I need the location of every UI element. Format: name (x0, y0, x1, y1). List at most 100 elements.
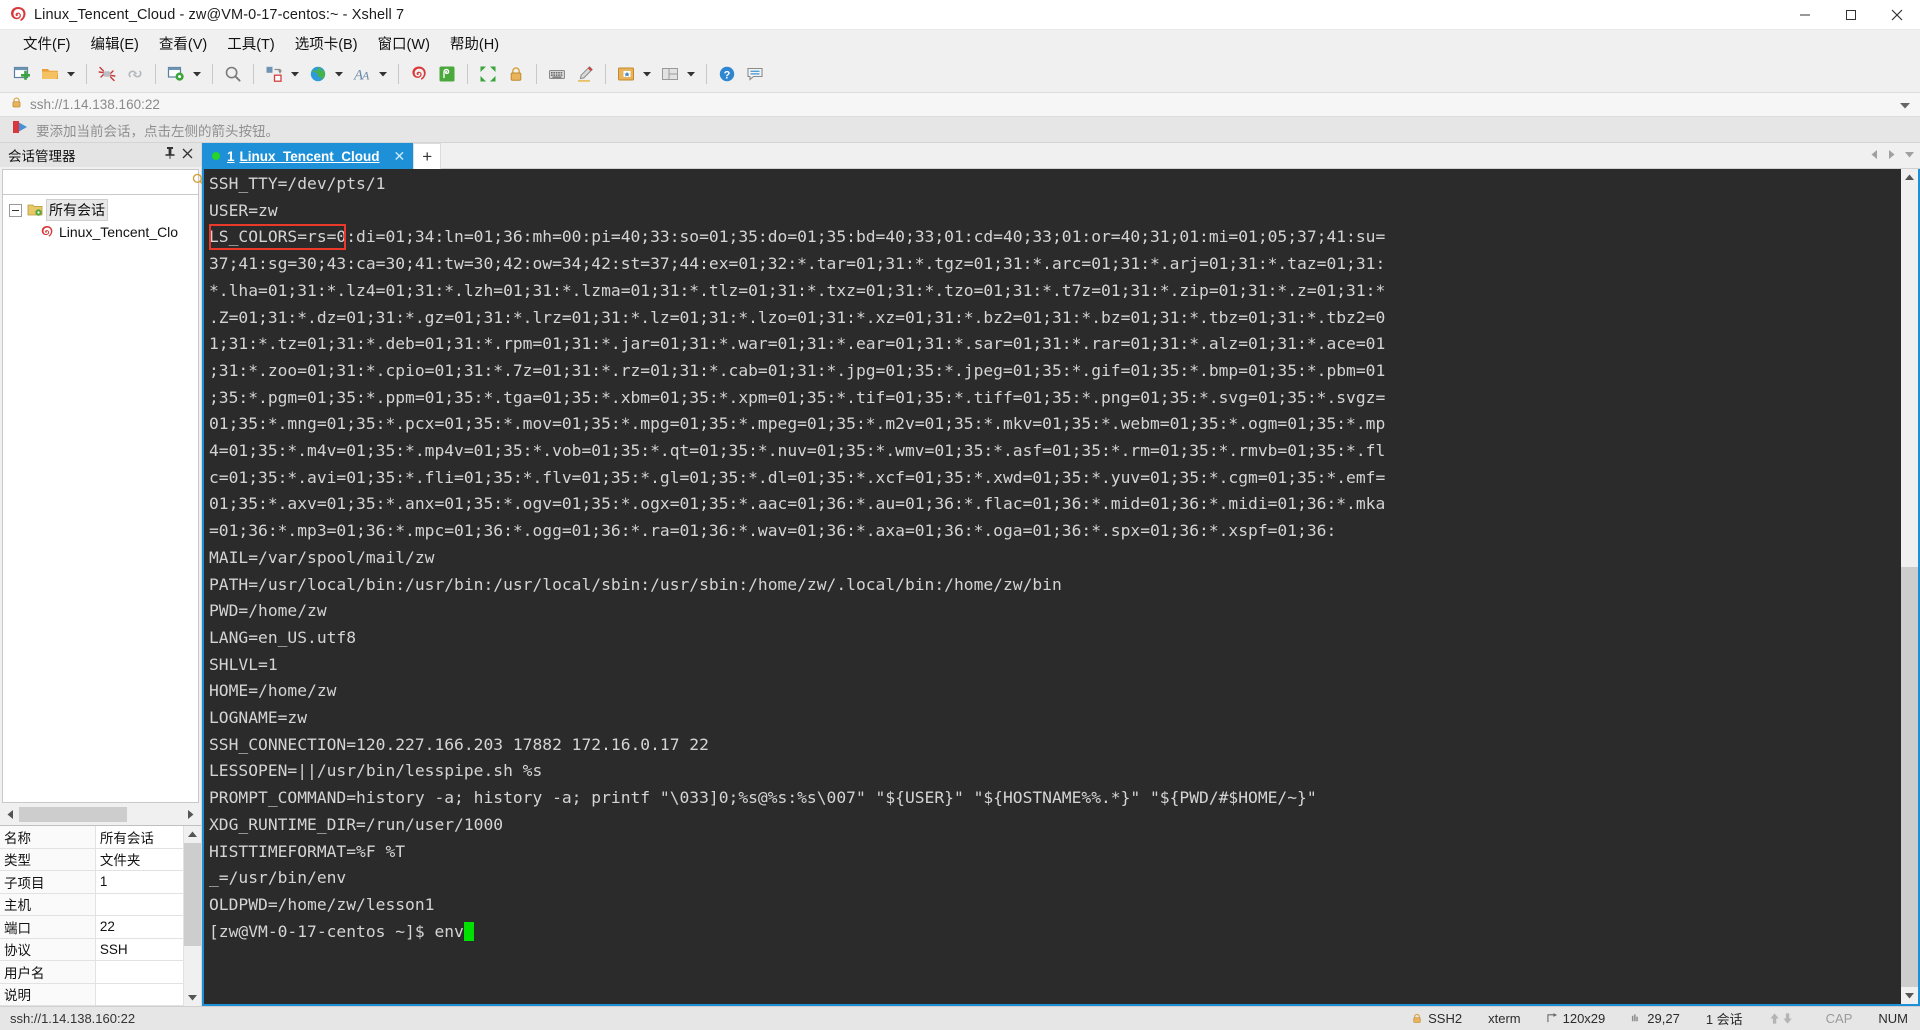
globe-dropdown-icon[interactable] (332, 61, 345, 87)
terminal-scrollbar-track[interactable] (1901, 186, 1918, 987)
chevron-left-icon[interactable] (1871, 149, 1878, 162)
session-tree[interactable]: 所有会话 Linux_Tencent_Clo (2, 195, 199, 803)
reconnect-icon[interactable] (122, 61, 148, 87)
close-button[interactable] (1874, 0, 1920, 30)
svg-text:A: A (361, 69, 370, 83)
address-bar[interactable]: ssh://1.14.138.160:22 (0, 92, 1920, 117)
layout-icon[interactable] (613, 61, 639, 87)
session-search-box[interactable] (2, 169, 205, 195)
transfer-file-icon[interactable] (261, 61, 287, 87)
connection-status-dot (212, 152, 220, 160)
new-tab-button[interactable]: + (413, 143, 442, 169)
table-row[interactable]: 端口 22 (0, 915, 185, 939)
search-icon[interactable] (220, 61, 246, 87)
table-row[interactable]: 名称 所有会话 (0, 825, 185, 849)
terminal-output[interactable]: SSH_TTY=/dev/pts/1 USER=zw LS_COLORS=rs=0:… (204, 169, 1901, 1004)
fullscreen-icon[interactable] (475, 61, 501, 87)
layout-dropdown-icon[interactable] (640, 61, 653, 87)
properties-scrollbar[interactable] (184, 825, 201, 1006)
session-tree-hscrollbar[interactable] (2, 804, 199, 825)
property-key: 用户名 (0, 960, 96, 984)
chevron-down-icon[interactable] (1905, 150, 1914, 161)
session-properties-dropdown-icon[interactable] (190, 61, 203, 87)
search-input[interactable] (3, 173, 186, 191)
table-row[interactable]: 说明 (0, 983, 185, 1006)
session-count-cell[interactable]: 1 会话 (1706, 1009, 1743, 1028)
xshell-window: Linux_Tencent_Cloud - zw@VM-0-17-centos:… (0, 0, 1920, 1030)
transfer-cell[interactable] (1769, 1012, 1800, 1025)
chevron-down-icon[interactable] (1900, 96, 1910, 114)
table-row[interactable]: 主机 (0, 893, 185, 916)
open-folder-dropdown-icon[interactable] (64, 61, 77, 87)
terminal-line: LS_COLORS=rs=0:di=01;34:ln=01;36:mh=00:p… (209, 227, 1386, 247)
xshell-icon[interactable] (406, 61, 432, 87)
address-input[interactable]: ssh://1.14.138.160:22 (30, 97, 160, 112)
hscrollbar-track[interactable] (19, 807, 182, 822)
split-layout-dropdown-icon[interactable] (684, 61, 697, 87)
lock-icon (10, 96, 23, 114)
transfer-file-dropdown-icon[interactable] (288, 61, 301, 87)
close-icon[interactable] (182, 146, 193, 164)
help-icon[interactable]: ? (714, 61, 740, 87)
num-label: NUM (1878, 1011, 1908, 1026)
menu-edit[interactable]: 编辑(E) (82, 30, 148, 57)
chevron-up-icon[interactable] (184, 826, 201, 843)
tree-item-all-sessions[interactable]: 所有会话 (3, 199, 198, 221)
property-value: 文件夹 (95, 848, 185, 871)
split-layout-icon[interactable] (657, 61, 683, 87)
menu-window[interactable]: 窗口(W) (369, 30, 439, 57)
security-cell[interactable]: SSH2 (1411, 1011, 1462, 1026)
properties-scrollbar-thumb[interactable] (184, 842, 201, 946)
font-dropdown-icon[interactable] (376, 61, 389, 87)
title-bar: Linux_Tencent_Cloud - zw@VM-0-17-centos:… (0, 0, 1920, 30)
highlight-icon[interactable] (572, 61, 598, 87)
new-session-icon[interactable] (9, 61, 35, 87)
comment-icon[interactable] (742, 61, 768, 87)
terminal-line: c=01;35:*.avi=01;35:*.fli=01;35:*.flv=01… (209, 467, 1386, 487)
close-icon[interactable]: ✕ (394, 148, 406, 165)
minimize-button[interactable] (1782, 0, 1828, 30)
collapse-toggle-icon[interactable] (9, 203, 22, 217)
table-row[interactable]: 子项目 1 (0, 870, 185, 894)
chevron-left-icon[interactable] (2, 806, 19, 823)
open-folder-icon[interactable] (37, 61, 63, 87)
tab-linux-tencent-cloud[interactable]: 1 Linux_Tencent_Cloud ✕ (202, 143, 414, 169)
hscrollbar-thumb[interactable] (19, 807, 127, 822)
session-properties-icon[interactable] (163, 61, 189, 87)
pin-icon[interactable] (164, 146, 176, 164)
svg-text:?: ? (724, 70, 731, 82)
property-value (95, 893, 185, 916)
tree-item-session[interactable]: Linux_Tencent_Clo (3, 221, 198, 243)
globe-icon[interactable] (305, 61, 331, 87)
size-cell[interactable]: 120x29 (1546, 1011, 1605, 1026)
menu-view[interactable]: 查看(V) (150, 30, 216, 57)
status-bar: ssh://1.14.138.160:22 SSH2 xterm 120x29 … (0, 1006, 1920, 1030)
terminal-container: SSH_TTY=/dev/pts/1 USER=zw LS_COLORS=rs=0:… (202, 169, 1920, 1006)
chevron-right-icon[interactable] (1888, 149, 1895, 162)
table-row[interactable]: 类型 文件夹 (0, 848, 185, 871)
menu-file[interactable]: 文件(F) (14, 30, 80, 57)
chevron-down-icon[interactable] (1901, 987, 1918, 1004)
chevron-right-icon[interactable] (182, 806, 199, 823)
terminal-scrollbar-thumb[interactable] (1901, 567, 1918, 987)
toolbar-separator (536, 64, 537, 84)
cursor-pos-cell[interactable]: 29,27 (1631, 1011, 1680, 1026)
chevron-up-icon[interactable] (1901, 169, 1918, 186)
table-row[interactable]: 协议 SSH (0, 938, 185, 961)
property-value: SSH (95, 938, 185, 961)
menu-tabs[interactable]: 选项卡(B) (286, 30, 367, 57)
tab-index: 1 (227, 148, 235, 164)
maximize-button[interactable] (1828, 0, 1874, 30)
menu-help[interactable]: 帮助(H) (441, 30, 508, 57)
lock-icon[interactable] (503, 61, 529, 87)
terminal-type-cell[interactable]: xterm (1488, 1011, 1521, 1026)
properties-scrollbar-track[interactable] (184, 842, 201, 989)
keyboard-icon[interactable] (544, 61, 570, 87)
font-icon[interactable]: A A (349, 61, 375, 87)
terminal-scrollbar[interactable] (1901, 169, 1918, 1004)
disconnect-icon[interactable] (94, 61, 120, 87)
menu-tools[interactable]: 工具(T) (218, 30, 284, 57)
xftp-icon[interactable] (434, 61, 460, 87)
chevron-down-icon[interactable] (184, 989, 201, 1006)
table-row[interactable]: 用户名 (0, 960, 185, 984)
